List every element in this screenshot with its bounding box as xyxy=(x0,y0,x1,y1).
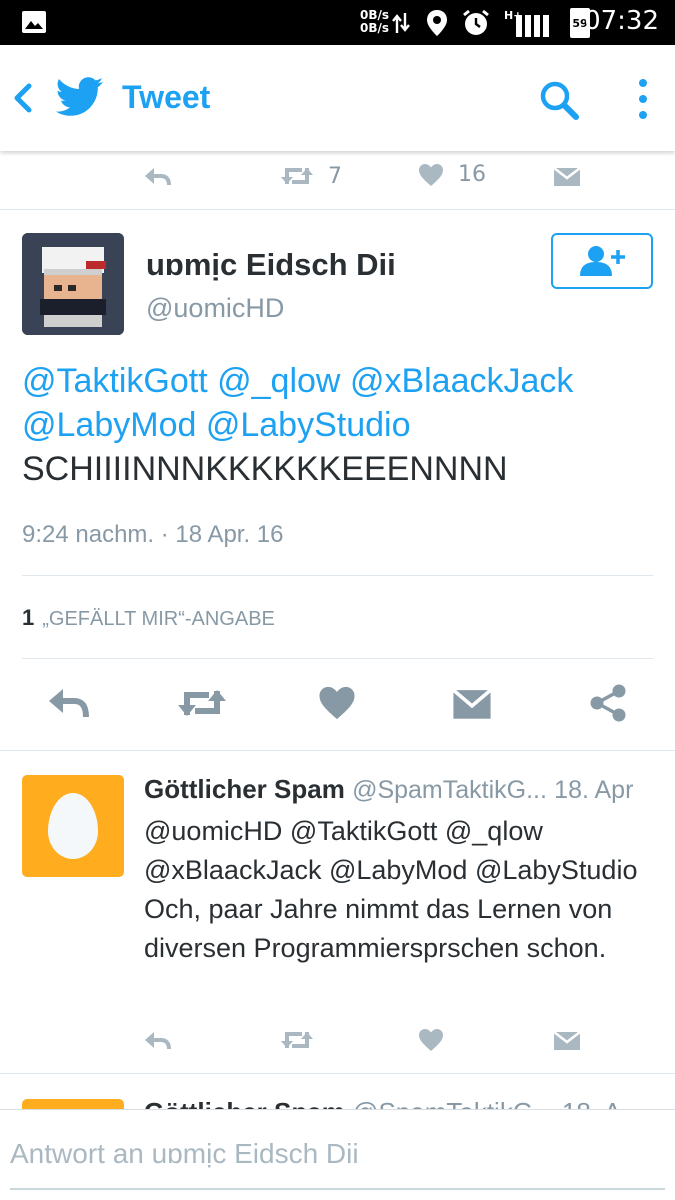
author-name[interactable]: uɒmịc Eidsch Dii xyxy=(146,247,396,283)
status-bar: 0B/s 0B/s H+ 59 07:32 xyxy=(0,0,675,45)
heart-icon[interactable] xyxy=(318,685,356,721)
direct-message-button[interactable] xyxy=(553,1028,581,1052)
net-down-speed: 0B/s xyxy=(360,21,390,35)
app-bar: Tweet xyxy=(0,45,675,151)
tweet-body: SCHIIIINNNKKKKKKEEENNNN xyxy=(22,450,508,488)
likes-count: 1 xyxy=(22,605,35,630)
tweet-text: @TaktikGott @_qlow @xBlaackJack @LabyMod… xyxy=(22,359,662,491)
divider xyxy=(22,575,653,576)
author-handle[interactable]: @uomicHD xyxy=(146,293,284,324)
reply-icon xyxy=(145,168,171,186)
author-name[interactable]: Göttlicher Spam xyxy=(144,774,345,804)
retweet-button[interactable] xyxy=(280,1026,314,1054)
tweet-actions xyxy=(0,659,675,751)
retweet-count: 7 xyxy=(328,163,342,189)
tweet-date: 18. Apr xyxy=(554,776,634,804)
tweet-timestamp: 9:24 nachm. · 18 Apr. 16 xyxy=(22,521,284,548)
page-title: Tweet xyxy=(122,79,211,115)
envelope-icon xyxy=(553,167,581,186)
previous-tweet-actions: 7 16 xyxy=(0,152,675,210)
status-icons: H+ 59 xyxy=(392,8,590,38)
heart-icon xyxy=(419,1029,443,1051)
input-underline xyxy=(10,1188,665,1190)
author-handle[interactable]: @SpamTaktikG... xyxy=(352,776,547,804)
avatar[interactable] xyxy=(22,775,124,877)
reply-text: @uomicHD @TaktikGott @_qlow @xBlaackJack… xyxy=(144,816,638,963)
reply-icon[interactable] xyxy=(46,685,90,721)
envelope-icon xyxy=(553,1031,581,1050)
mention-link[interactable]: @TaktikGott xyxy=(22,362,208,400)
reply-composer xyxy=(0,1109,675,1200)
mention-link[interactable]: @xBlaackJack xyxy=(350,362,573,400)
avatar[interactable] xyxy=(22,233,124,335)
retweet-icon xyxy=(281,168,313,184)
mentions-line-1: @TaktikGott @_qlow @xBlaackJack xyxy=(22,359,662,403)
retweet-button[interactable]: 7 xyxy=(280,162,342,190)
envelope-icon[interactable] xyxy=(452,685,492,721)
more-vert-icon[interactable] xyxy=(630,75,656,123)
clock: 07:32 xyxy=(584,6,659,36)
share-icon[interactable] xyxy=(588,683,628,723)
like-count: 16 xyxy=(458,162,486,187)
reply-tweet[interactable]: Göttlicher Spam @SpamTaktikG... 18. Apr … xyxy=(0,752,675,1074)
retweet-icon[interactable] xyxy=(176,683,228,723)
back-arrow-icon[interactable] xyxy=(10,81,36,115)
likes-label: „GEFÄLLT MIR“-ANGABE xyxy=(42,608,275,630)
image-icon xyxy=(22,11,46,33)
like-button[interactable] xyxy=(418,1028,444,1052)
twitter-bird-icon xyxy=(56,77,104,116)
reply-icon xyxy=(145,1032,171,1050)
mention-link[interactable]: @_qlow xyxy=(217,362,340,400)
signal-indicator: H+ xyxy=(504,9,552,37)
data-transfer-icon xyxy=(392,13,410,33)
search-icon[interactable] xyxy=(538,79,580,121)
location-icon xyxy=(427,10,447,36)
reply-button[interactable] xyxy=(142,164,172,190)
likes-summary[interactable]: 1 „GEFÄLLT MIR“-ANGABE xyxy=(22,605,275,631)
mentions-line-2: @LabyMod @LabyStudio xyxy=(22,403,662,447)
reply-header: Göttlicher Spam @SpamTaktikG... 18. Apr xyxy=(144,774,664,805)
mention-link[interactable]: @LabyMod xyxy=(22,406,196,444)
heart-icon xyxy=(419,163,443,186)
minecraft-avatar-icon xyxy=(22,233,124,335)
direct-message-button[interactable] xyxy=(553,164,581,188)
egg-icon xyxy=(48,793,98,859)
like-button[interactable]: 16 xyxy=(418,162,486,187)
signal-type: H+ xyxy=(504,9,523,22)
alarm-icon xyxy=(463,9,489,35)
retweet-icon xyxy=(281,1032,313,1048)
network-speed: 0B/s 0B/s xyxy=(360,9,389,35)
reply-button[interactable] xyxy=(142,1028,172,1054)
follow-button[interactable] xyxy=(551,233,653,289)
add-user-icon xyxy=(580,246,625,276)
mention-link[interactable]: @LabyStudio xyxy=(206,406,411,444)
reply-input[interactable] xyxy=(10,1132,665,1176)
